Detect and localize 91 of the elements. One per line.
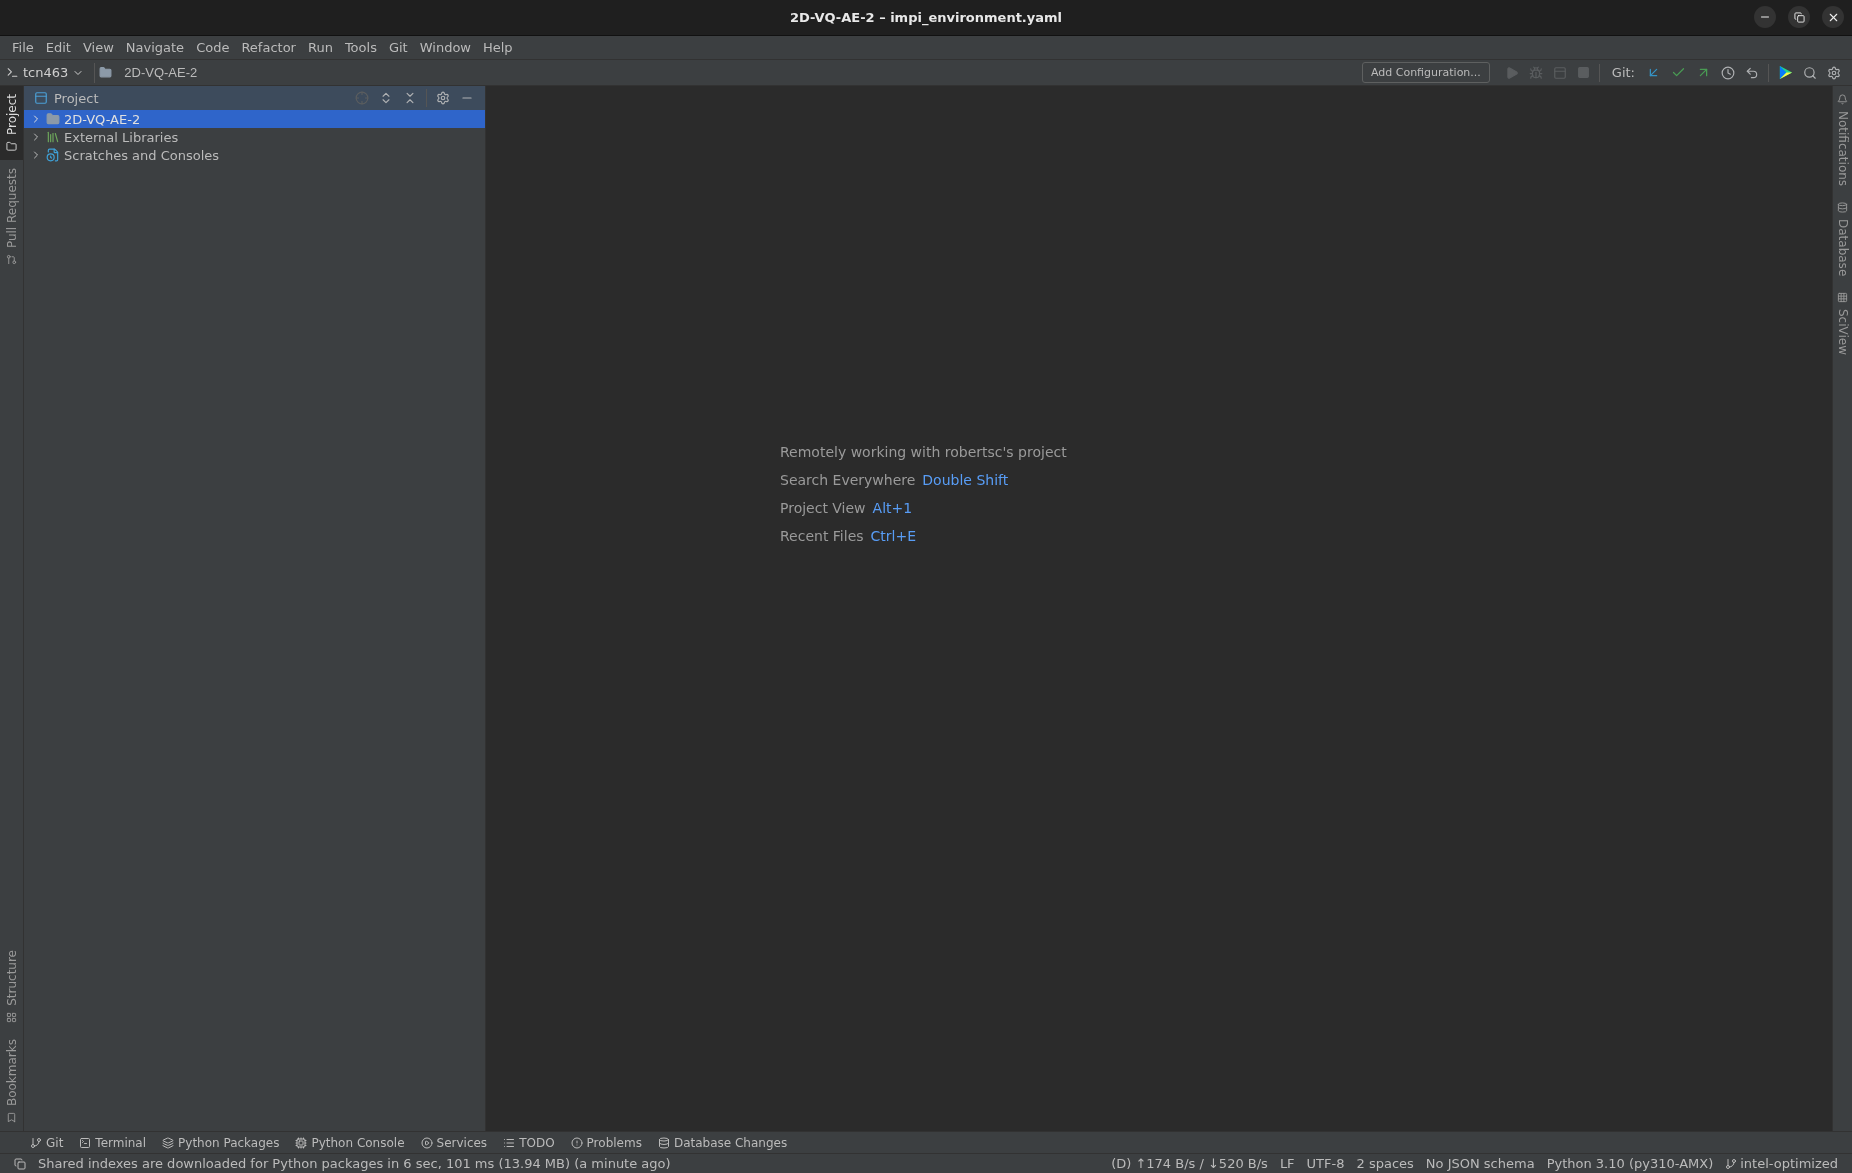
tool-tab[interactable]: TODO [503,1135,555,1150]
collapse-icon [403,91,417,105]
menu-item[interactable]: Help [477,40,519,55]
tree-item[interactable]: Scratches and Consoles [24,146,485,164]
hint-text: Project View [780,499,866,516]
menu-item[interactable]: Git [382,40,414,55]
menu-item[interactable]: Window [413,40,477,55]
tool-window-tab[interactable]: Notifications [1833,86,1852,195]
stop-icon [1576,66,1590,79]
status-widget[interactable]: LF [1273,1156,1301,1171]
hint-text: Remotely working with robertsc's project [780,443,1067,460]
status-message: Shared indexes are downloaded for Python packages in 6 sec, 101 ms (13.94 MB) (a minute ago) [38,1156,672,1171]
logo-icon [1778,65,1793,80]
database-icon [657,1136,670,1149]
clock-icon [1721,65,1735,80]
status-widget[interactable]: (D) ↑174 B/s / ↓520 B/s [1105,1156,1274,1171]
grid-icon [1837,292,1848,304]
shortcut-text: Double Shift [922,471,1009,488]
hint-text: Search Everywhere [780,471,916,488]
branch-icon [30,1136,42,1149]
scratch-icon [46,148,60,162]
tool-tab[interactable]: Services [420,1135,488,1150]
tool-window-tab[interactable]: Database [1833,194,1852,285]
minimize-button[interactable] [1754,6,1776,28]
menu-item[interactable]: Tools [338,40,383,55]
folder-icon [99,66,113,79]
tool-window-tab[interactable]: SciView [1833,284,1852,364]
settings-icon [1827,65,1841,80]
pull-request-icon [6,254,17,266]
database-icon [1837,202,1848,214]
add-configuration-button[interactable]: Add Configuration... [1361,62,1490,83]
menu-item[interactable]: Navigate [119,40,191,55]
menu-item[interactable]: Run [301,40,339,55]
folder-icon [6,141,17,153]
menu-item[interactable]: Edit [39,40,77,55]
settings-icon [436,91,450,105]
services-icon [420,1136,433,1149]
tree-label: Scratches and Consoles [64,147,220,163]
tool-window-tab[interactable]: Project [0,86,23,161]
shortcut-text: Alt+1 [872,499,913,516]
status-widget[interactable]: 2 spaces [1350,1156,1420,1171]
crosshair-icon [355,91,369,105]
search-icon [1803,65,1817,80]
menu-item[interactable]: File [6,40,40,55]
tool-window-tab[interactable]: Bookmarks [0,1030,23,1131]
status-widget[interactable]: No JSON schema [1419,1156,1541,1171]
tool-tab[interactable]: Problems [570,1135,642,1150]
menu-item[interactable]: Refactor [235,40,302,55]
menu-item[interactable]: View [76,40,120,55]
status-widget[interactable]: Python 3.10 (py310-AMX) [1540,1156,1720,1171]
branch-icon [1725,1157,1738,1170]
project-icon [34,91,48,105]
coverage-icon [1552,65,1567,80]
structure-icon [6,1011,17,1023]
layers-icon [162,1136,175,1149]
breadcrumb[interactable]: 2D-VQ-AE-2 [95,65,202,80]
tool-tab[interactable]: Python Console [295,1135,405,1150]
tree-item[interactable]: 2D-VQ-AE-2 [24,110,485,128]
terminal-icon [6,66,19,79]
tool-tab[interactable]: Database Changes [657,1135,788,1150]
hint-text: Recent Files [780,527,864,544]
play-icon [1504,65,1519,80]
library-icon [46,130,60,144]
shortcut-text: Ctrl+E [870,527,917,544]
folder-icon [46,112,60,126]
panel-title: Project [54,90,100,106]
tool-window-tab[interactable]: Structure [0,942,23,1031]
restore-button[interactable] [1788,6,1810,28]
tool-tab[interactable]: Terminal [79,1135,147,1150]
undo-icon [1745,65,1759,80]
window-title: 2D-VQ-AE-2 – impi_environment.yaml [789,10,1063,25]
close-button[interactable] [1822,6,1844,28]
bell-icon [1837,94,1848,105]
alert-icon [570,1136,583,1149]
bookmark-icon [6,1112,17,1123]
branch-widget[interactable]: intel-optimized [1719,1156,1844,1171]
tree-item[interactable]: External Libraries [24,128,485,146]
status-widget[interactable]: UTF-8 [1300,1156,1351,1171]
tool-tab[interactable]: Git [30,1135,64,1150]
host-dropdown[interactable]: tcn463 [19,62,96,83]
status-icon [14,1157,26,1170]
list-icon [503,1136,516,1149]
restore-icon [1793,11,1805,23]
tree-label: External Libraries [64,129,179,145]
tool-window-tab[interactable]: Pull Requests [0,160,23,274]
tree-label: 2D-VQ-AE-2 [64,111,141,127]
tool-tab[interactable]: Python Packages [162,1135,280,1150]
bug-icon [1528,65,1543,80]
git-label: Git: [1611,65,1635,80]
menu-item[interactable]: Code [190,40,236,55]
terminal-icon [79,1136,92,1149]
